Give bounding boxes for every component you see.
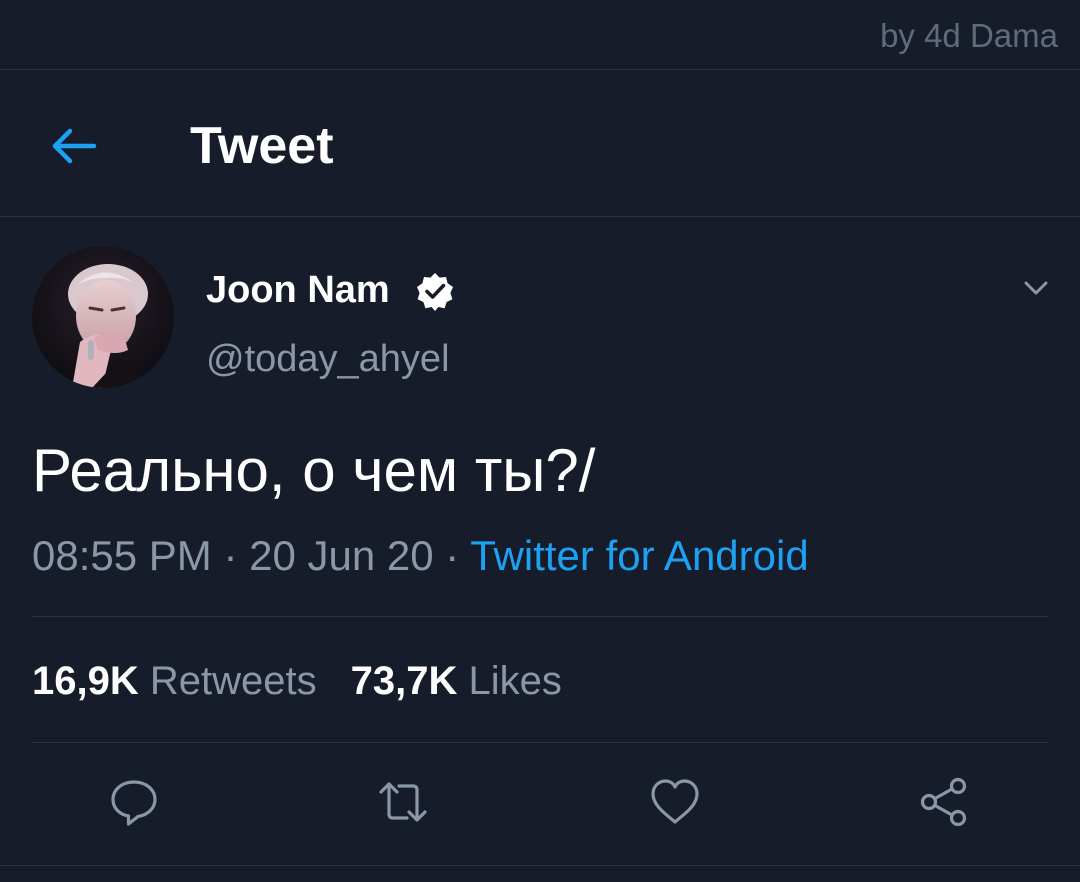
watermark-text: by 4d Dama — [880, 17, 1058, 54]
retweets-label: Retweets — [149, 659, 317, 703]
likes-count: 73,7K — [350, 659, 458, 703]
verified-badge-icon — [415, 271, 455, 311]
display-name[interactable]: Joon Nam — [206, 264, 390, 316]
retweet-button[interactable] — [375, 774, 431, 830]
tweet-screen: by 4d Dama Tweet Joon Nam @today_ahyel Р… — [0, 0, 1080, 882]
tweet-date: 20 Jun 20 — [249, 532, 434, 579]
chevron-down-icon[interactable] — [1018, 270, 1054, 306]
meta-divider — [32, 616, 1048, 617]
stats-divider — [32, 742, 1048, 743]
user-handle[interactable]: @today_ahyel — [206, 333, 450, 385]
meta-separator: · — [445, 532, 460, 579]
reply-icon — [111, 780, 157, 826]
top-divider — [0, 69, 1080, 70]
likes-label: Likes — [468, 659, 562, 703]
retweets-stat[interactable]: 16,9K Retweets — [32, 659, 317, 703]
engagement-stats: 16,9K Retweets 73,7K Likes — [32, 654, 562, 708]
tweet-time: 08:55 PM — [32, 532, 212, 579]
arrow-left-icon — [52, 128, 97, 164]
reply-button[interactable] — [106, 774, 162, 830]
page-title: Tweet — [190, 117, 334, 175]
avatar-photo — [32, 246, 174, 388]
tweet-text: Реально, о чем ты?/ — [32, 437, 596, 504]
bottom-divider — [0, 865, 1080, 866]
tweet-meta: 08:55 PM · 20 Jun 20 · Twitter for Andro… — [32, 528, 809, 584]
meta-separator: · — [223, 532, 238, 579]
likes-stat[interactable]: 73,7K Likes — [351, 659, 562, 703]
heart-icon — [651, 779, 699, 824]
retweets-count: 16,9K — [32, 659, 139, 703]
tweet-source-link[interactable]: Twitter for Android — [470, 532, 808, 579]
avatar[interactable] — [32, 246, 174, 388]
back-button[interactable] — [44, 116, 104, 176]
share-button[interactable] — [916, 774, 972, 830]
retweet-icon — [379, 782, 427, 822]
header-divider — [0, 216, 1080, 217]
like-button[interactable] — [647, 774, 703, 830]
share-icon — [920, 777, 967, 827]
